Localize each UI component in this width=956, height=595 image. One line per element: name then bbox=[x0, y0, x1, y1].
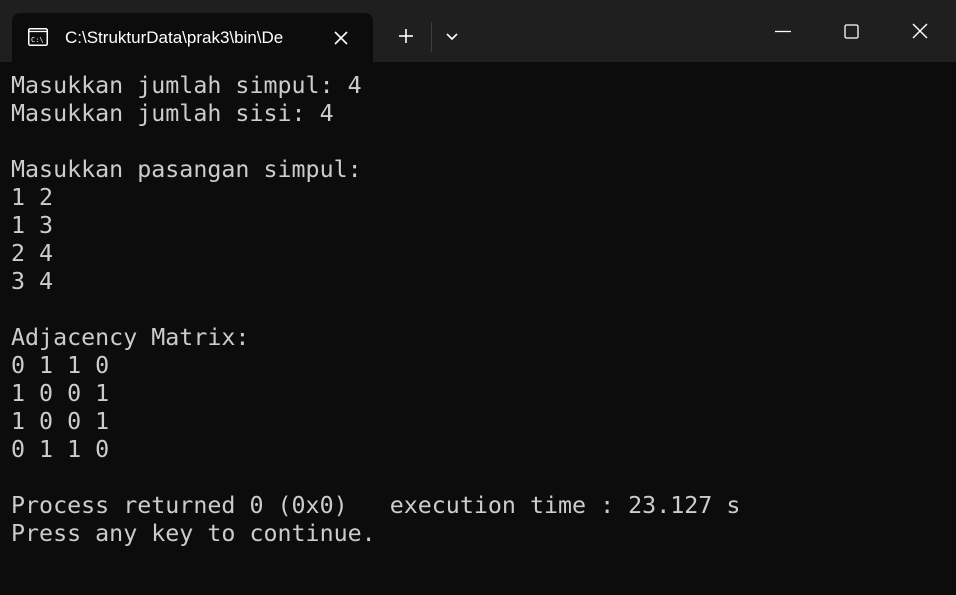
terminal-window: C:\ C:\StrukturData\prak3\bin\De Masukka… bbox=[0, 0, 956, 595]
console-line: Masukkan jumlah sisi: 4 bbox=[11, 100, 334, 127]
svg-text:C:\: C:\ bbox=[31, 36, 44, 44]
console-line: Masukkan jumlah simpul: 4 bbox=[11, 72, 362, 99]
console-line: 2 4 bbox=[11, 240, 54, 267]
console-line: 1 3 bbox=[11, 212, 54, 239]
console-line: 3 4 bbox=[11, 268, 54, 295]
close-tab-icon[interactable] bbox=[330, 27, 352, 49]
console-line: 1 2 bbox=[11, 184, 54, 211]
close-window-button[interactable] bbox=[900, 14, 940, 50]
console-output[interactable]: Masukkan jumlah simpul: 4 Masukkan jumla… bbox=[11, 72, 951, 592]
console-line: 0 1 1 0 bbox=[11, 436, 110, 463]
console-line: Adjacency Matrix: bbox=[11, 324, 250, 351]
console-line: 0 1 1 0 bbox=[11, 352, 110, 379]
minimize-icon bbox=[775, 30, 791, 33]
close-icon bbox=[912, 23, 928, 39]
console-line: 1 0 0 1 bbox=[11, 408, 110, 435]
console-line: 1 0 0 1 bbox=[11, 380, 110, 407]
title-bar[interactable]: C:\ C:\StrukturData\prak3\bin\De bbox=[0, 0, 956, 62]
maximize-icon bbox=[844, 24, 859, 39]
console-line: Press any key to continue. bbox=[11, 520, 376, 547]
tab-separator bbox=[431, 22, 432, 52]
console-line: Process returned 0 (0x0) execution time … bbox=[11, 492, 741, 519]
minimize-button[interactable] bbox=[763, 14, 803, 50]
new-tab-icon[interactable] bbox=[392, 24, 420, 48]
console-line: Masukkan pasangan simpul: bbox=[11, 156, 362, 183]
maximize-button[interactable] bbox=[831, 14, 871, 50]
tab-active[interactable]: C:\ C:\StrukturData\prak3\bin\De bbox=[12, 13, 373, 62]
console-icon: C:\ bbox=[28, 28, 48, 46]
tab-title: C:\StrukturData\prak3\bin\De bbox=[65, 28, 284, 47]
chevron-down-icon[interactable] bbox=[440, 24, 464, 48]
